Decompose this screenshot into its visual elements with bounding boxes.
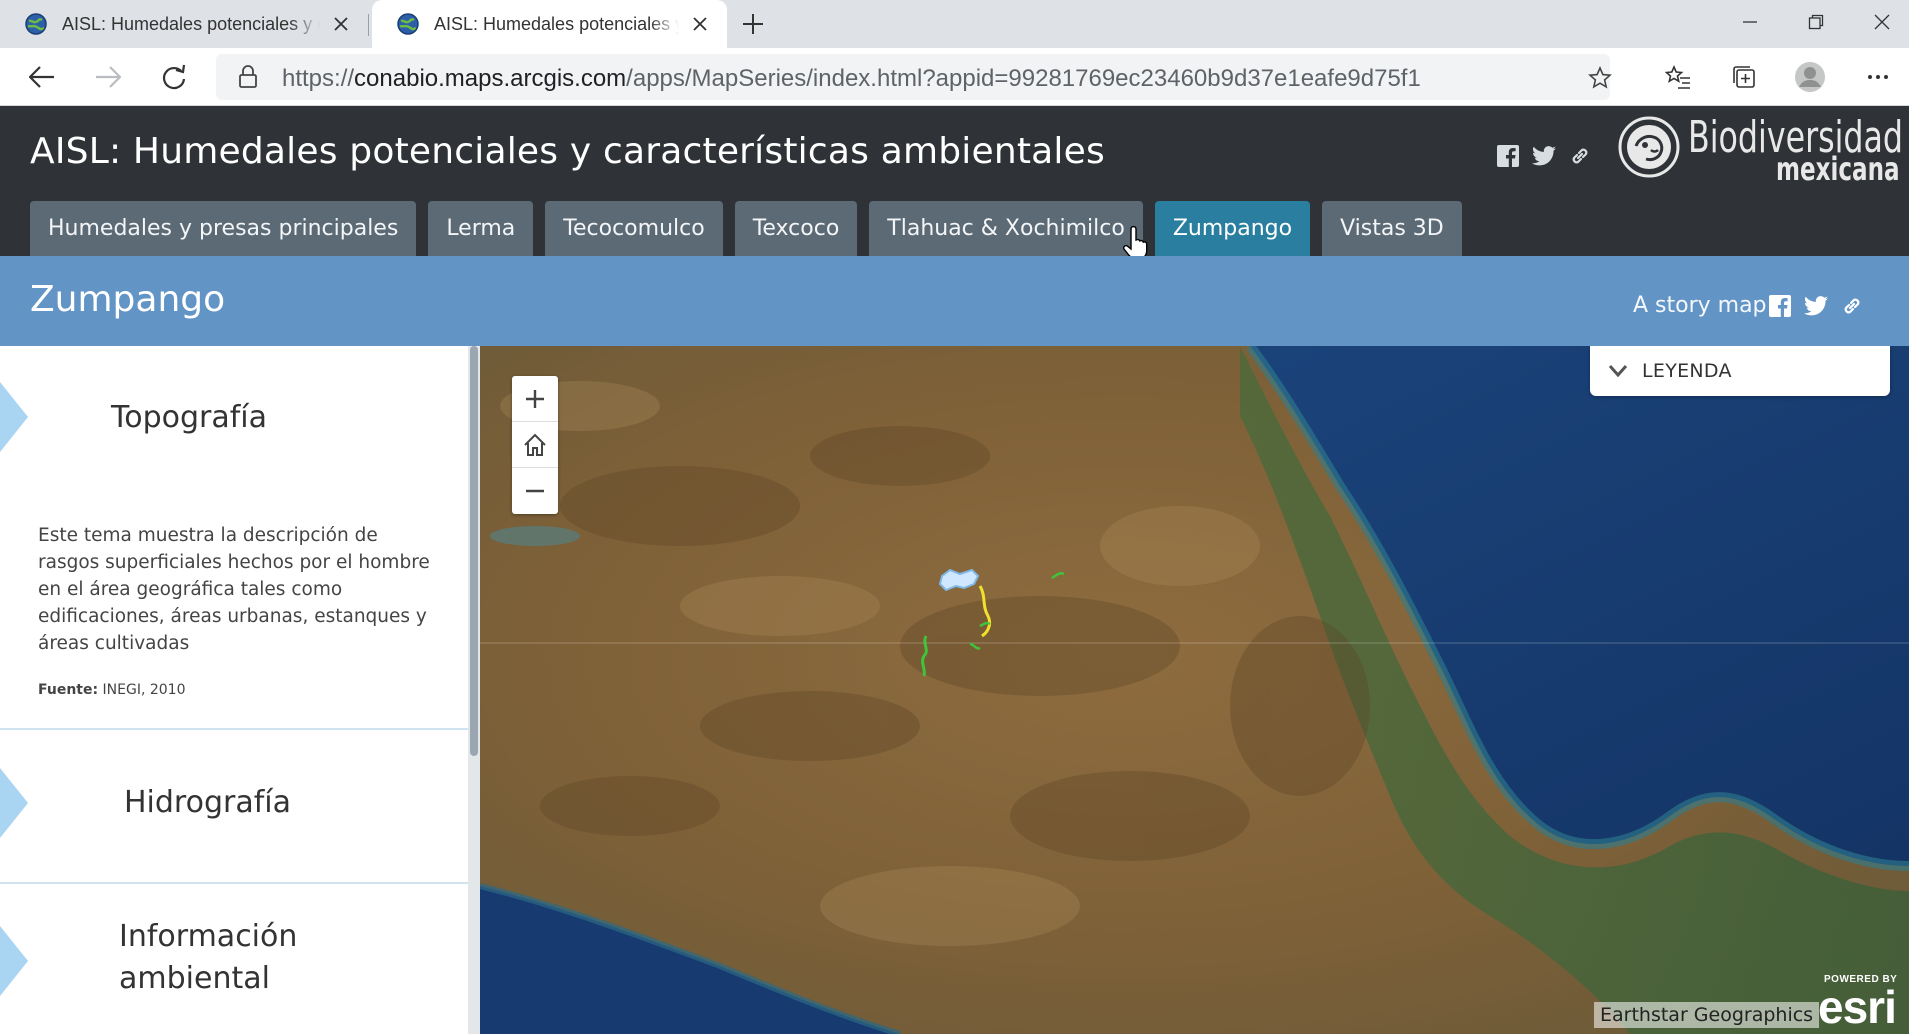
close-window-button[interactable]: [1852, 0, 1909, 44]
avatar-icon: [1795, 62, 1825, 92]
tab-zumpango[interactable]: Zumpango: [1154, 201, 1311, 256]
globe-icon: [397, 13, 419, 35]
accordion-description: Este tema muestra la descripción de rasg…: [38, 525, 430, 654]
logo-emblem-icon: [1618, 116, 1680, 178]
section-header: Zumpango A story map: [0, 256, 1909, 346]
zoom-in-button[interactable]: [512, 376, 558, 422]
app-title: AISL: Humedales potenciales y caracterís…: [30, 131, 1105, 172]
panel-scrollbar[interactable]: [468, 346, 480, 1034]
story-map-label[interactable]: A story map: [1633, 293, 1767, 318]
chevron-right-icon: [0, 926, 28, 996]
back-button[interactable]: [22, 57, 62, 97]
twitter-icon[interactable]: [1530, 142, 1558, 170]
arrow-left-icon: [29, 66, 54, 88]
globe-icon: [25, 13, 47, 35]
minimize-icon: [1743, 21, 1757, 23]
biodiversidad-logo[interactable]: Biodiversidad mexicana: [1618, 112, 1903, 188]
url-scheme: https://: [282, 65, 355, 92]
url-path: /apps/MapSeries/index.html?appid=9928176…: [626, 65, 1421, 92]
source-value: INEGI, 2010: [102, 682, 186, 698]
link-icon[interactable]: [1838, 292, 1866, 320]
restore-icon: [1808, 14, 1824, 30]
tab-texcoco[interactable]: Texcoco: [734, 201, 858, 256]
favorites-icon: [1665, 65, 1690, 89]
address-bar[interactable]: https://conabio.maps.arcgis.com/apps/Map…: [216, 54, 1612, 100]
accordion-title-informacion-ambiental[interactable]: Información ambiental: [119, 916, 349, 1000]
source-note: Fuente: INEGI, 2010: [38, 682, 186, 698]
link-icon[interactable]: [1566, 142, 1594, 170]
forward-button[interactable]: [88, 57, 128, 97]
legend-toggle[interactable]: LEYENDA: [1590, 346, 1890, 396]
esri-wordmark: esri: [1818, 981, 1897, 1033]
new-tab-button[interactable]: [733, 4, 773, 44]
side-panel: Topografía Este tema muestra la descripc…: [0, 346, 470, 1034]
tab-tlahuac-xochimilco[interactable]: Tlahuac & Xochimilco: [869, 201, 1143, 256]
tab-separator: [368, 14, 369, 36]
map-view[interactable]: LEYENDA Earthstar Geographics POWERED BY…: [480, 346, 1909, 1034]
profile-button[interactable]: [1790, 57, 1830, 97]
minus-icon: [526, 489, 544, 493]
facebook-icon[interactable]: [1494, 142, 1522, 170]
facebook-icon[interactable]: [1766, 292, 1794, 320]
close-icon[interactable]: [330, 13, 352, 35]
lock-icon[interactable]: [238, 65, 258, 89]
browser-tab-title: AISL: Humedales potenciales y caracterís…: [62, 13, 320, 34]
minimize-button[interactable]: [1720, 0, 1780, 44]
reload-icon: [162, 64, 186, 90]
twitter-icon[interactable]: [1802, 292, 1830, 320]
hand-cursor-icon: [1123, 226, 1148, 260]
chevron-right-icon: [0, 382, 28, 452]
browser-tab-title: AISL: Humedales potenciales y caracterís…: [434, 13, 679, 34]
satellite-basemap[interactable]: [480, 346, 1909, 1034]
tab-vistas-3d[interactable]: Vistas 3D: [1322, 201, 1462, 256]
url-text[interactable]: https://conabio.maps.arcgis.com/apps/Map…: [282, 65, 1421, 93]
plus-icon: [743, 14, 763, 34]
app-header: AISL: Humedales potenciales y caracterís…: [0, 106, 1909, 260]
section-title: Zumpango: [30, 279, 226, 320]
home-button[interactable]: [512, 422, 558, 468]
map-attribution[interactable]: Earthstar Geographics: [1594, 1002, 1820, 1028]
legend-label: LEYENDA: [1642, 360, 1732, 382]
favorites-button[interactable]: [1658, 57, 1698, 97]
star-icon[interactable]: [1588, 66, 1612, 90]
plus-icon: [526, 389, 544, 408]
collections-button[interactable]: [1724, 57, 1764, 97]
logo-wordmark-sub: mexicana: [1776, 150, 1900, 188]
browser-tab[interactable]: AISL: Humedales potenciales y caracterís…: [0, 0, 368, 48]
chevron-right-icon: [0, 768, 28, 838]
series-tab-bar: Humedales y presas principales Lerma Tec…: [30, 201, 1462, 256]
close-icon[interactable]: [689, 13, 711, 35]
home-icon: [524, 433, 546, 456]
source-label: Fuente:: [38, 682, 99, 698]
reload-button[interactable]: [154, 57, 194, 97]
accordion-divider: [0, 728, 468, 730]
scrollbar-thumb[interactable]: [470, 346, 478, 756]
accordion-title-topografia[interactable]: Topografía: [111, 397, 267, 439]
chevron-down-icon: [1608, 365, 1628, 378]
browser-tab-strip: AISL: Humedales potenciales y caracterís…: [0, 0, 1909, 48]
tab-humedales[interactable]: Humedales y presas principales: [30, 201, 417, 256]
url-host: conabio.maps.arcgis.com: [354, 65, 627, 92]
more-dots-icon: [1868, 75, 1888, 79]
tab-tecocomulco[interactable]: Tecocomulco: [545, 201, 723, 256]
zoom-out-button[interactable]: [512, 468, 558, 514]
esri-logo[interactable]: POWERED BY esri: [1818, 974, 1906, 1033]
browser-toolbar: https://conabio.maps.arcgis.com/apps/Map…: [0, 48, 1909, 106]
close-icon: [1874, 14, 1890, 30]
accordion-title-hidrografia[interactable]: Hidrografía: [124, 782, 291, 824]
arrow-right-icon: [96, 66, 121, 88]
zoom-control: [512, 376, 558, 514]
browser-tab-active[interactable]: AISL: Humedales potenciales y caracterís…: [372, 0, 727, 48]
more-menu-button[interactable]: [1858, 57, 1898, 97]
accordion-divider: [0, 882, 468, 884]
restore-button[interactable]: [1786, 0, 1846, 44]
tab-lerma[interactable]: Lerma: [428, 201, 534, 256]
collections-icon: [1733, 66, 1755, 88]
